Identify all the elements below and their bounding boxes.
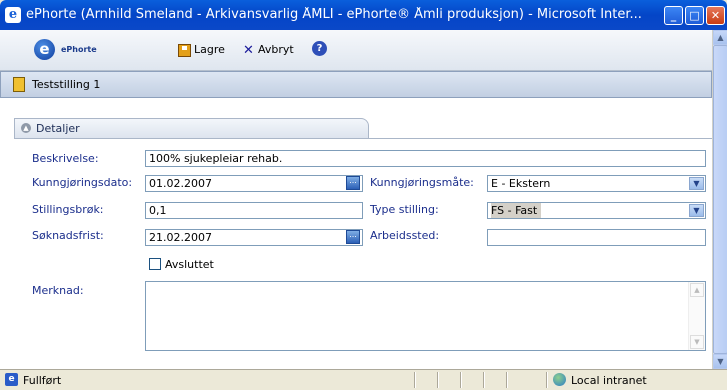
type-stilling-label: Type stilling:: [370, 203, 439, 216]
window-titlebar: e ePhorte (Arnhild Smeland - Arkivansvar…: [0, 0, 727, 30]
merknad-textarea[interactable]: ▲ ▼: [145, 281, 706, 351]
record-title: Teststilling 1: [32, 78, 101, 91]
avsluttet-label: Avsluttet: [165, 258, 214, 271]
ie-icon: e: [5, 7, 21, 23]
scroll-down-icon[interactable]: ▼: [713, 354, 727, 369]
status-divider: [483, 372, 485, 388]
minimize-button[interactable]: _: [664, 6, 683, 25]
tab-detaljer[interactable]: ▲ Detaljer: [14, 118, 369, 138]
status-divider: [414, 372, 416, 388]
arbeidssted-label: Arbeidssted:: [370, 229, 440, 242]
dropdown-arrow-icon: ▼: [689, 204, 704, 217]
kunngjoringsdato-label: Kunngjøringsdato:: [32, 176, 133, 189]
cancel-button[interactable]: ✕ Avbryt: [242, 43, 294, 57]
save-button[interactable]: Lagre: [178, 43, 225, 57]
ephorte-logo-icon: e: [34, 39, 55, 60]
calendar-icon[interactable]: ...: [346, 230, 360, 244]
arbeidssted-field[interactable]: [487, 229, 706, 246]
help-button[interactable]: ?: [312, 41, 330, 56]
merknad-label: Merknad:: [32, 284, 84, 297]
cancel-icon: ✕: [243, 42, 254, 58]
status-divider: [506, 372, 508, 388]
ie-page-icon: e: [5, 373, 18, 386]
soknadsfrist-label: Søknadsfrist:: [32, 229, 104, 242]
type-stilling-value: FS - Fast: [491, 203, 542, 218]
soknadsfrist-field[interactable]: 21.02.2007: [145, 229, 363, 246]
stillingsbrok-field[interactable]: 0,1: [145, 202, 363, 219]
record-header: Teststilling 1: [0, 71, 712, 98]
scroll-down-icon[interactable]: ▼: [690, 335, 704, 349]
ephorte-logo[interactable]: e ePhorte: [34, 39, 97, 60]
scroll-up-icon[interactable]: ▲: [713, 30, 727, 45]
help-icon: ?: [312, 41, 327, 56]
page-scrollbar[interactable]: ▲ ▼: [712, 30, 727, 369]
type-stilling-select[interactable]: FS - Fast ▼: [487, 202, 706, 219]
save-label: Lagre: [194, 43, 225, 56]
close-button[interactable]: ✕: [706, 6, 725, 25]
globe-icon: [553, 373, 566, 386]
stillingsbrok-label: Stillingsbrøk:: [32, 203, 104, 216]
kunngjoringsdato-field[interactable]: 01.02.2007: [145, 175, 363, 192]
tab-label: Detaljer: [36, 122, 80, 135]
status-divider: [460, 372, 462, 388]
window-title: ePhorte (Arnhild Smeland - Arkivansvarli…: [26, 7, 642, 22]
app-toolbar: e ePhorte Lagre ✕ Avbryt ?: [0, 30, 717, 71]
status-bar: e Fullført Local intranet: [0, 369, 727, 390]
merknad-scrollbar[interactable]: ▲ ▼: [688, 282, 705, 350]
kunngjoringsmate-label: Kunngjøringsmåte:: [370, 176, 474, 189]
beskrivelse-label: Beskrivelse:: [32, 152, 99, 165]
kunngjoringsmate-value: E - Ekstern: [491, 177, 551, 190]
calendar-icon[interactable]: ...: [346, 176, 360, 190]
cancel-label: Avbryt: [258, 43, 294, 56]
zone-text: Local intranet: [571, 374, 647, 387]
status-divider: [437, 372, 439, 388]
dropdown-arrow-icon: ▼: [689, 177, 704, 190]
chevron-up-icon: ▲: [21, 123, 31, 133]
scrollbar-thumb[interactable]: [713, 45, 727, 354]
beskrivelse-field[interactable]: 100% sjukepleiar rehab.: [145, 150, 706, 167]
save-icon: [178, 43, 191, 57]
maximize-button[interactable]: □: [685, 6, 704, 25]
status-divider: [546, 372, 548, 388]
logo-text: ePhorte: [61, 45, 97, 54]
status-text: Fullført: [23, 374, 62, 387]
avsluttet-checkbox[interactable]: [149, 258, 161, 270]
kunngjoringsmate-select[interactable]: E - Ekstern ▼: [487, 175, 706, 192]
document-icon: [13, 77, 25, 92]
scroll-up-icon[interactable]: ▲: [690, 283, 704, 297]
